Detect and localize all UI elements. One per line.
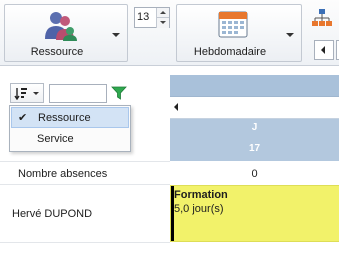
previous-period-button[interactable] — [314, 40, 334, 60]
view-mode-button[interactable]: Hebdomadaire — [176, 4, 302, 62]
menu-item-ressource[interactable]: ✔ Ressource — [11, 107, 129, 128]
checkmark-icon: ✔ — [18, 112, 28, 124]
toolbar: Ressource 13 Hebdomadaire — [0, 0, 339, 66]
sort-button[interactable] — [10, 83, 44, 103]
menu-item-label: Service — [37, 133, 74, 145]
employee-name[interactable]: Hervé DUPOND — [12, 208, 92, 220]
chevron-down-icon — [112, 33, 120, 37]
org-chart-button[interactable] — [308, 5, 339, 31]
absence-event[interactable]: Formation 5,0 jour(s) — [170, 185, 339, 242]
sort-menu: ✔ Ressource Service — [9, 105, 131, 152]
event-duration: 5,0 jour(s) — [174, 203, 224, 215]
users-icon — [45, 12, 77, 41]
org-chart-icon — [312, 9, 332, 26]
chevron-down-icon — [33, 92, 39, 95]
day-number: 17 — [248, 143, 261, 154]
group-by-button[interactable]: Ressource — [4, 4, 128, 62]
header-band — [170, 75, 339, 97]
count-stepper[interactable]: 13 — [134, 7, 170, 28]
menu-item-service[interactable]: Service — [11, 129, 129, 150]
filter-icon[interactable] — [111, 86, 127, 100]
row-divider — [0, 184, 170, 185]
sort-icon — [14, 88, 27, 100]
row-divider — [0, 161, 170, 162]
absences-label: Nombre absences — [18, 168, 108, 180]
filter-input[interactable] — [49, 84, 107, 103]
row-divider — [0, 242, 170, 243]
calendar-icon — [218, 11, 248, 38]
day-letter: J — [251, 122, 258, 133]
absences-value: 0 — [251, 168, 258, 180]
menu-item-label: Ressource — [38, 112, 91, 124]
stepper-down-icon[interactable] — [156, 18, 169, 28]
chevron-down-icon — [286, 33, 294, 37]
view-mode-label: Hebdomadaire — [193, 46, 267, 58]
event-title: Formation — [174, 189, 228, 201]
header-scroll-row — [170, 97, 339, 119]
stepper-up-icon[interactable] — [156, 8, 169, 18]
group-by-label: Ressource — [30, 46, 84, 58]
count-value: 13 — [137, 11, 150, 23]
